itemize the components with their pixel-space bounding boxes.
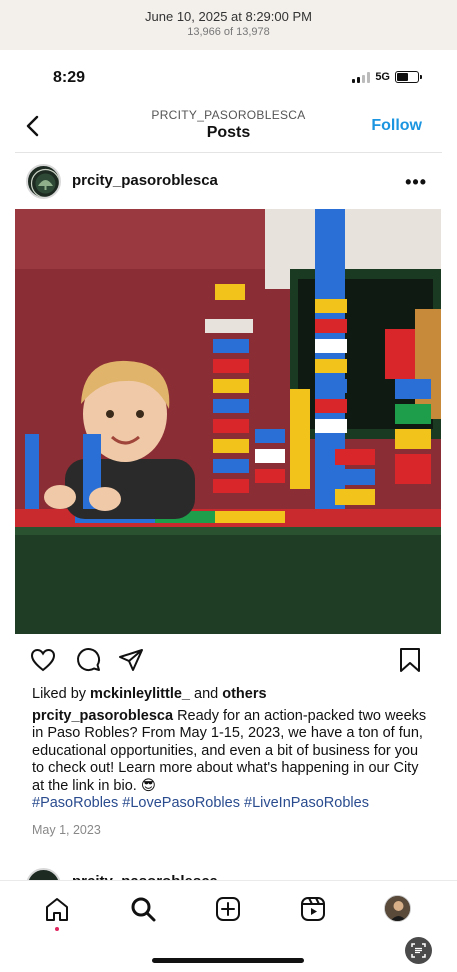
send-icon[interactable] bbox=[117, 646, 145, 674]
liked-prefix: Liked by bbox=[32, 686, 87, 702]
reels-icon[interactable] bbox=[299, 895, 327, 923]
comment-icon[interactable] bbox=[74, 646, 102, 674]
plus-square-icon[interactable] bbox=[214, 895, 242, 923]
caption-hashtags[interactable]: #PasoRobles #LovePasoRobles #LiveInPasoR… bbox=[32, 795, 432, 813]
more-options-icon[interactable]: ••• bbox=[405, 172, 427, 193]
battery-icon bbox=[395, 71, 422, 83]
profile-avatar[interactable] bbox=[384, 895, 411, 922]
caption-body: prcity_pasoroblesca Ready for an action-… bbox=[32, 708, 432, 813]
liked-and: and bbox=[194, 686, 219, 702]
city-seal-logo bbox=[30, 168, 59, 197]
status-time: 8:29 bbox=[53, 69, 86, 86]
avatar[interactable] bbox=[26, 164, 61, 199]
photo-count: 13,966 of 13,978 bbox=[187, 26, 270, 38]
signal-icon bbox=[352, 71, 371, 83]
home-icon[interactable] bbox=[43, 895, 71, 923]
liked-others-link[interactable]: others bbox=[222, 686, 266, 702]
post-header: prcity_pasoroblesca ••• bbox=[0, 158, 457, 208]
lego-photo-illustration bbox=[15, 209, 441, 634]
network-label: 5G bbox=[375, 71, 390, 83]
bottom-tab-bar bbox=[0, 880, 457, 972]
photo-date: June 10, 2025 at 8:29:00 PM bbox=[145, 9, 312, 24]
text-scan-icon bbox=[411, 943, 426, 958]
divider bbox=[15, 152, 442, 153]
caption-username[interactable]: prcity_pasoroblesca bbox=[32, 708, 173, 724]
heart-icon[interactable] bbox=[29, 646, 57, 674]
liked-by: Liked by mckinleylittle_ and others bbox=[32, 686, 432, 704]
post-photo[interactable] bbox=[15, 209, 441, 634]
post-date: May 1, 2023 bbox=[32, 822, 101, 837]
liked-user-link[interactable]: mckinleylittle_ bbox=[90, 686, 190, 702]
top-nav: PRCITY_PASOROBLESCA Posts Follow bbox=[0, 102, 457, 152]
home-indicator bbox=[152, 958, 304, 963]
bookmark-icon[interactable] bbox=[396, 646, 424, 674]
phone-screen: 8:29 5G PRCITY_PASOROBLESCA Posts Follow… bbox=[0, 50, 457, 972]
notification-dot bbox=[55, 927, 59, 931]
profile-photo bbox=[385, 896, 410, 921]
status-indicators: 5G bbox=[352, 71, 422, 83]
search-icon[interactable] bbox=[129, 895, 157, 923]
photos-app-header: June 10, 2025 at 8:29:00 PM 13,966 of 13… bbox=[0, 0, 457, 50]
post-actions bbox=[0, 646, 457, 676]
post-username[interactable]: prcity_pasoroblesca bbox=[72, 172, 218, 189]
follow-button[interactable]: Follow bbox=[371, 117, 422, 135]
post-caption: Liked by mckinleylittle_ and others prci… bbox=[32, 686, 432, 839]
live-text-button[interactable] bbox=[405, 937, 432, 964]
